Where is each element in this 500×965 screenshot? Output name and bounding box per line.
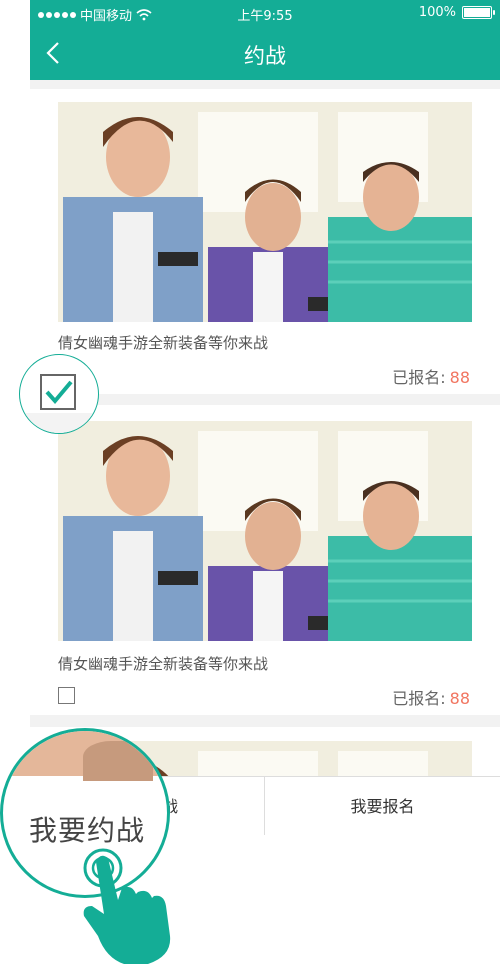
card-photo xyxy=(58,421,472,641)
battery-percent: 100% xyxy=(418,5,456,20)
card-photo xyxy=(58,102,472,322)
select-checkbox[interactable] xyxy=(58,687,75,704)
signup-label: 已报名: xyxy=(392,368,446,387)
page-title: 约战 xyxy=(244,44,286,68)
signup-label: 已报名: xyxy=(392,689,446,708)
signup-info: 已报名: 88 xyxy=(392,364,470,388)
nav-bar: 约战 xyxy=(30,26,500,80)
signup-button[interactable]: 我要报名 xyxy=(265,777,500,835)
status-bar: 中国移动 上午9:55 100% xyxy=(30,0,500,26)
card-title: 倩女幽魂手游全新装备等你来战 xyxy=(58,655,269,673)
card-title: 倩女幽魂手游全新装备等你来战 xyxy=(58,334,269,352)
tap-hand-icon xyxy=(83,848,171,964)
signup-info: 已报名: 88 xyxy=(392,685,470,709)
checkbox-zoom-callout xyxy=(19,354,99,434)
status-right: 100% xyxy=(418,5,495,20)
battle-card-1[interactable]: 倩女幽魂手游全新装备等你来战 已报名: 88 xyxy=(30,89,500,394)
battery-icon xyxy=(462,6,495,19)
phone-screen: 中国移动 上午9:55 100% 约战 倩女幽魂手游全新装备等你来战 已报名: … xyxy=(30,0,500,835)
signup-count: 88 xyxy=(449,689,470,708)
checkmark-icon xyxy=(45,380,73,405)
checked-checkbox[interactable] xyxy=(40,374,76,410)
gamers-photo-illustration xyxy=(58,421,472,641)
signup-count: 88 xyxy=(449,368,470,387)
gamers-photo-illustration xyxy=(58,102,472,322)
battle-card-2[interactable]: 倩女幽魂手游全新装备等你来战 已报名: 88 xyxy=(30,405,500,715)
